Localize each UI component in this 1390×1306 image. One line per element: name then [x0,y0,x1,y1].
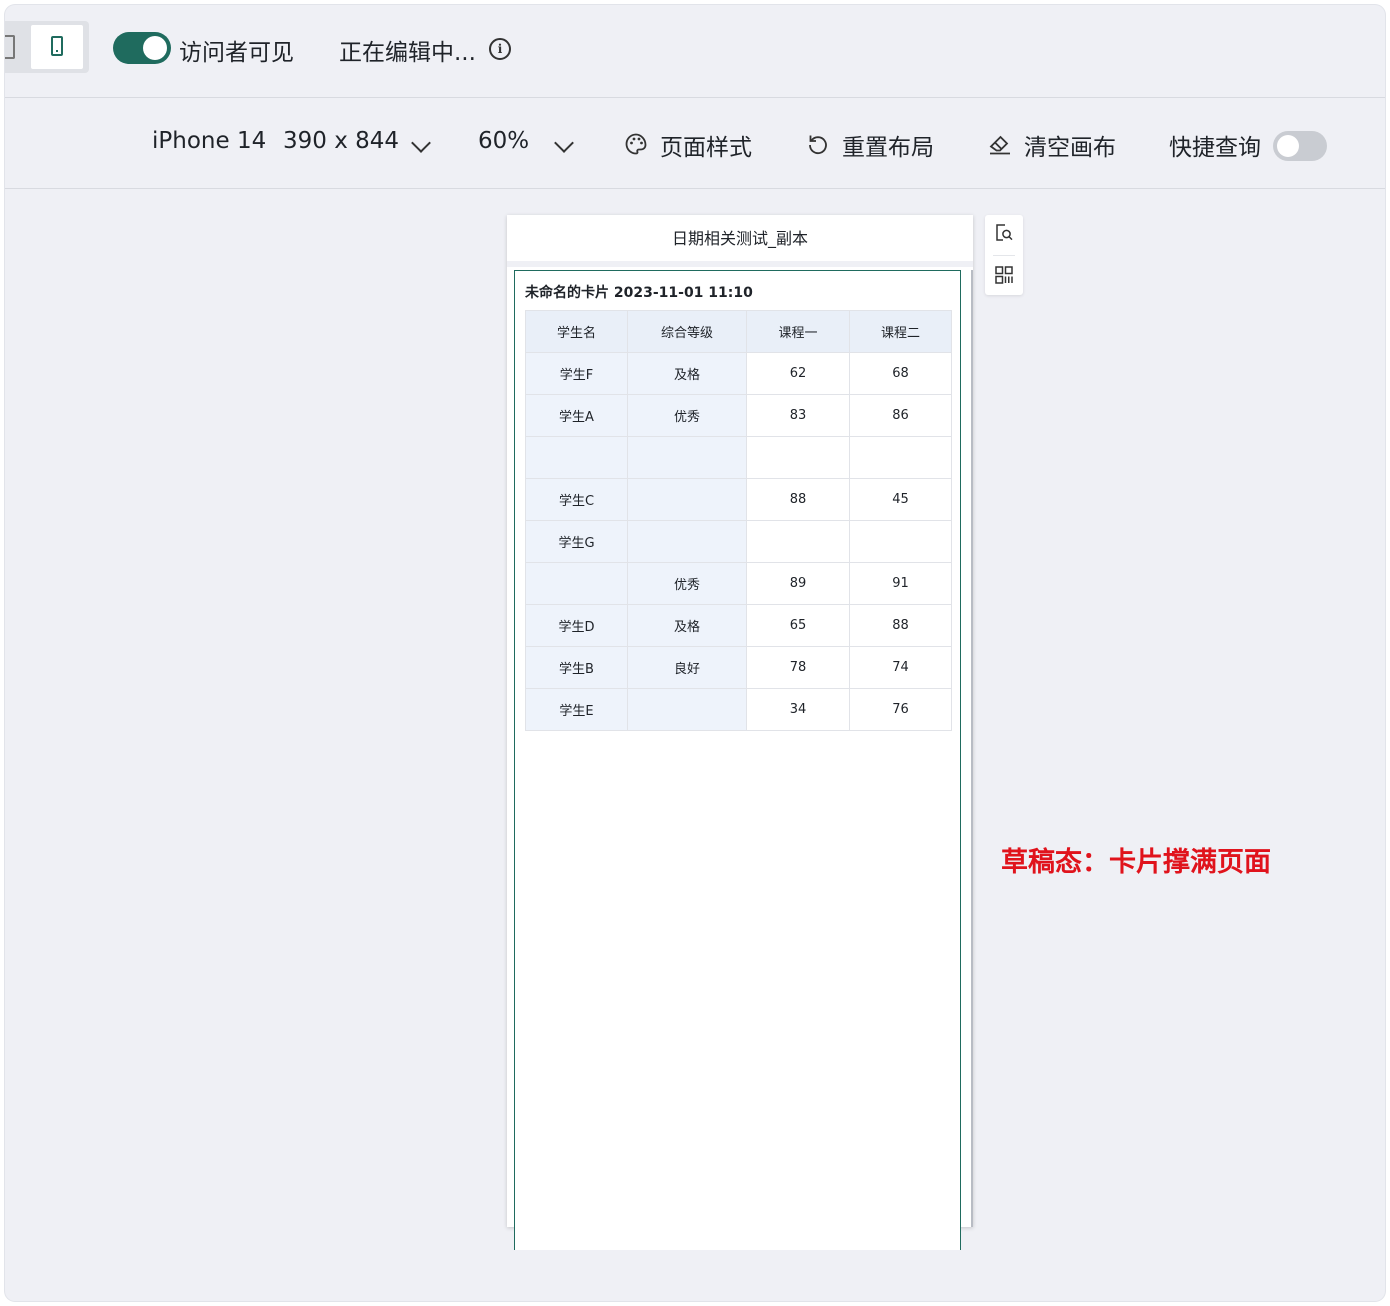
editing-status: 正在编辑中... [339,40,476,66]
table-cell: 88 [746,478,850,521]
table-cell: 88 [849,604,952,647]
table-cell: 78 [746,646,850,689]
scrollbar[interactable] [971,270,973,1227]
table-cell: 45 [849,478,952,521]
toolbar: iPhone 14 390 x 844 60% 页面样式 重置布局 清空画布 快… [5,98,1385,189]
clear-canvas-button[interactable]: 清空画布 [1024,128,1116,162]
table-cell [627,436,747,479]
table-row[interactable]: 学生C 88 45 [525,478,952,521]
device-resolution[interactable]: 390 x 844 [283,128,399,154]
table-cell: 86 [849,394,952,437]
editor-frame: 访问者可见 正在编辑中... i iPhone 14 390 x 844 60%… [5,5,1385,1301]
table-cell [746,436,850,479]
table-cell [525,562,628,605]
zoom-chevron-down-icon[interactable] [554,133,574,153]
table-row[interactable]: 学生E 34 76 [525,688,952,731]
table-cell: 学生E [525,688,628,731]
table-cell: 及格 [627,604,747,647]
table-cell: 良好 [627,646,747,689]
column-header[interactable]: 学生名 [525,310,628,353]
table-cell [627,478,747,521]
column-header[interactable]: 综合等级 [627,310,747,353]
table-cell: 学生D [525,604,628,647]
card-title: 未命名的卡片 2023-11-01 11:10 [525,285,753,301]
table-cell: 74 [849,646,952,689]
eraser-icon [989,135,1010,155]
title-divider [507,261,973,267]
mobile-view-button[interactable] [31,25,83,69]
table-cell: 学生F [525,352,628,395]
visitor-visible-label: 访问者可见 [179,40,294,66]
table-cell: 83 [746,394,850,437]
table-cell: 学生C [525,478,628,521]
phone-preview: 日期相关测试_副本 未命名的卡片 2023-11-01 11:10 学生名 综合… [507,215,973,1250]
table-cell: 学生A [525,394,628,437]
desktop-view-icon[interactable] [5,35,15,59]
visitor-visible-toggle[interactable] [113,32,171,64]
table-cell [849,436,952,479]
table-cell [627,688,747,731]
side-divider [993,255,1015,256]
draft-annotation: 草稿态：卡片撑满页面 [1001,847,1271,878]
table-row[interactable]: 学生G [525,520,952,563]
mobile-icon [51,36,63,56]
table-cell [627,520,747,563]
table-cell: 优秀 [627,394,747,437]
column-header[interactable]: 课程二 [849,310,952,353]
table-cell: 68 [849,352,952,395]
preview-search-icon[interactable] [994,223,1014,243]
side-tools [985,215,1023,295]
table-card[interactable]: 未命名的卡片 2023-11-01 11:10 学生名 综合等级 课程一 课程二… [514,270,961,1250]
quick-query-label: 快捷查询 [1169,135,1261,161]
table-cell: 及格 [627,352,747,395]
palette-icon [625,133,647,155]
table-cell: 91 [849,562,952,605]
reset-layout-button[interactable]: 重置布局 [842,128,934,162]
table-row[interactable]: 学生A 优秀 83 86 [525,394,952,437]
device-chevron-down-icon[interactable] [411,133,431,153]
table-row[interactable]: 学生B 良好 78 74 [525,646,952,689]
device-name[interactable]: iPhone 14 [152,128,266,154]
zoom-level[interactable]: 60% [478,128,529,154]
table-cell [849,520,952,563]
data-table: 学生名 综合等级 课程一 课程二 学生F 及格 62 68 学生A 优秀 83 … [525,310,952,731]
column-header[interactable]: 课程一 [746,310,850,353]
table-cell [525,436,628,479]
table-cell: 优秀 [627,562,747,605]
table-cell: 65 [746,604,850,647]
table-row[interactable]: 学生D 及格 65 88 [525,604,952,647]
table-header-row: 学生名 综合等级 课程一 课程二 [525,310,952,353]
table-cell: 89 [746,562,850,605]
device-switch [5,21,89,73]
info-icon[interactable]: i [489,38,511,60]
page-style-button[interactable]: 页面样式 [660,128,752,162]
page-title: 日期相关测试_副本 [671,229,808,248]
table-row[interactable]: 优秀 89 91 [525,562,952,605]
table-cell [746,520,850,563]
reset-icon [809,135,827,155]
table-cell: 76 [849,688,952,731]
table-row[interactable] [525,436,952,479]
table-cell: 学生G [525,520,628,563]
table-row[interactable]: 学生F 及格 62 68 [525,352,952,395]
top-bar: 访问者可见 正在编辑中... i [5,5,1385,98]
qr-code-icon[interactable] [994,265,1014,285]
table-cell: 34 [746,688,850,731]
table-cell: 62 [746,352,850,395]
quick-query-toggle[interactable] [1273,131,1327,161]
table-cell: 学生B [525,646,628,689]
